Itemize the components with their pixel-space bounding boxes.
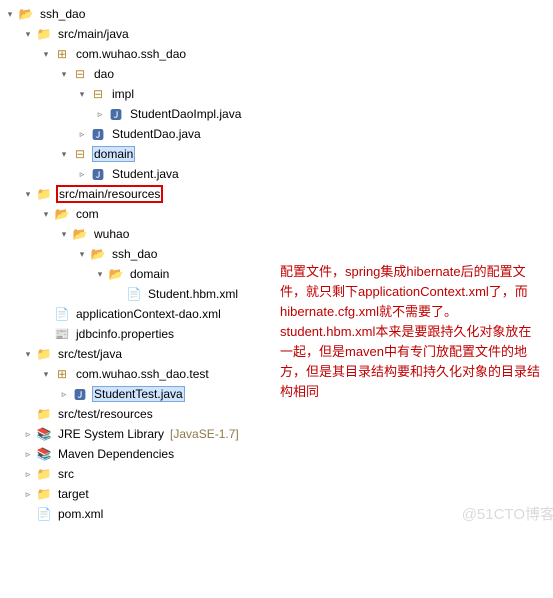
tree-item-maven-deps[interactable]: ▹ 📚 Maven Dependencies <box>4 444 553 464</box>
folder-icon: 📂 <box>54 206 70 222</box>
java-file-icon: 🅹 <box>108 106 124 122</box>
expand-toggle[interactable]: ▾ <box>76 248 88 260</box>
expand-toggle[interactable]: ▾ <box>22 28 34 40</box>
source-folder-icon: 📁 <box>36 346 52 362</box>
expand-toggle[interactable]: ▾ <box>58 228 70 240</box>
expand-toggle[interactable]: ▾ <box>94 268 106 280</box>
folder-icon: 📁 <box>36 486 52 502</box>
tree-item-package[interactable]: ▾ ⊞ com.wuhao.ssh_dao <box>4 44 553 64</box>
label: domain <box>128 266 171 282</box>
label: com.wuhao.ssh_dao <box>74 46 188 62</box>
expand-toggle[interactable]: ▾ <box>76 88 88 100</box>
java-file-icon: 🅹 <box>90 166 106 182</box>
label: src <box>56 466 76 482</box>
expand-toggle[interactable]: ▹ <box>58 388 70 400</box>
package-icon: ⊟ <box>72 146 88 162</box>
tree-item-folder[interactable]: ▹ 📁 target <box>4 484 553 504</box>
xml-file-icon: 📄 <box>36 506 52 522</box>
expand-toggle[interactable]: ▾ <box>58 148 70 160</box>
source-folder-icon: 📁 <box>36 186 52 202</box>
tree-item-src-main-resources[interactable]: ▾ 📁 src/main/resources <box>4 184 553 204</box>
expand-toggle[interactable]: ▾ <box>4 8 16 20</box>
package-icon: ⊟ <box>90 86 106 102</box>
folder-icon: 📂 <box>72 226 88 242</box>
label: src/test/resources <box>56 406 155 422</box>
java-file-icon: 🅹 <box>90 126 106 142</box>
label: StudentDaoImpl.java <box>128 106 243 122</box>
source-folder-icon: 📁 <box>36 26 52 42</box>
package-icon: ⊟ <box>72 66 88 82</box>
label: src/main/resources <box>56 185 163 203</box>
label: JRE System Library <box>56 426 166 442</box>
expand-toggle[interactable]: ▹ <box>22 488 34 500</box>
java-file-icon: 🅹 <box>72 386 88 402</box>
package-icon: ⊞ <box>54 46 70 62</box>
folder-icon: 📁 <box>36 466 52 482</box>
label: ssh_dao <box>110 246 159 262</box>
expand-toggle[interactable]: ▹ <box>22 428 34 440</box>
xml-file-icon: 📄 <box>126 286 142 302</box>
tree-item-java-file[interactable]: ▹ 🅹 Student.java <box>4 164 553 184</box>
label: src/main/java <box>56 26 131 42</box>
package-icon: ⊞ <box>54 366 70 382</box>
tree-item-java-file[interactable]: ▹ 🅹 StudentDaoImpl.java <box>4 104 553 124</box>
tree-item-package-impl[interactable]: ▾ ⊟ impl <box>4 84 553 104</box>
watermark: @51CTO博客 <box>462 503 553 524</box>
label: applicationContext-dao.xml <box>74 306 223 322</box>
tree-item-jre[interactable]: ▹ 📚 JRE System Library [JavaSE-1.7] <box>4 424 553 444</box>
expand-toggle[interactable]: ▹ <box>76 128 88 140</box>
label: StudentDao.java <box>110 126 203 142</box>
tree-item-folder[interactable]: ▾ 📂 com <box>4 204 553 224</box>
tree-item-folder[interactable]: ▾ 📂 ssh_dao <box>4 244 553 264</box>
project-icon: 📂 <box>18 6 34 22</box>
tree-item-package-dao[interactable]: ▾ ⊟ dao <box>4 64 553 84</box>
label: Maven Dependencies <box>56 446 176 462</box>
expand-toggle[interactable]: ▹ <box>22 468 34 480</box>
folder-icon: 📂 <box>108 266 124 282</box>
decoration: [JavaSE-1.7] <box>166 427 239 441</box>
library-icon: 📚 <box>36 446 52 462</box>
label: Student.java <box>110 166 181 182</box>
label: com <box>74 206 101 222</box>
expand-toggle[interactable]: ▾ <box>22 188 34 200</box>
tree-item-src-main-java[interactable]: ▾ 📁 src/main/java <box>4 24 553 44</box>
expand-toggle[interactable]: ▹ <box>22 448 34 460</box>
tree-item-project[interactable]: ▾ 📂 ssh_dao <box>4 4 553 24</box>
label: Student.hbm.xml <box>146 286 240 302</box>
expand-toggle[interactable]: ▾ <box>40 48 52 60</box>
source-folder-icon: 📁 <box>36 406 52 422</box>
expand-toggle[interactable]: ▾ <box>40 208 52 220</box>
library-icon: 📚 <box>36 426 52 442</box>
label: wuhao <box>92 226 131 242</box>
label: target <box>56 486 91 502</box>
expand-toggle[interactable]: ▾ <box>58 68 70 80</box>
folder-icon: 📂 <box>90 246 106 262</box>
expand-toggle[interactable]: ▾ <box>22 348 34 360</box>
tree-item-src-test-resources[interactable]: ▹ 📁 src/test/resources <box>4 404 553 424</box>
label: dao <box>92 66 116 82</box>
annotation-text: 配置文件，spring集成hibernate后的配置文件，就只剩下applica… <box>280 262 542 402</box>
label: jdbcinfo.properties <box>74 326 176 342</box>
tree-item-package-domain[interactable]: ▾ ⊟ domain <box>4 144 553 164</box>
tree-item-folder[interactable]: ▹ 📁 src <box>4 464 553 484</box>
label: src/test/java <box>56 346 124 362</box>
label: StudentTest.java <box>92 386 185 402</box>
label: impl <box>110 86 136 102</box>
expand-toggle[interactable]: ▹ <box>94 108 106 120</box>
label: domain <box>92 146 135 162</box>
tree-item-java-file[interactable]: ▹ 🅹 StudentDao.java <box>4 124 553 144</box>
properties-file-icon: 📰 <box>54 326 70 342</box>
label: ssh_dao <box>38 6 87 22</box>
label: pom.xml <box>56 506 105 522</box>
expand-toggle[interactable]: ▾ <box>40 368 52 380</box>
label: com.wuhao.ssh_dao.test <box>74 366 211 382</box>
tree-item-folder[interactable]: ▾ 📂 wuhao <box>4 224 553 244</box>
xml-file-icon: 📄 <box>54 306 70 322</box>
expand-toggle[interactable]: ▹ <box>76 168 88 180</box>
